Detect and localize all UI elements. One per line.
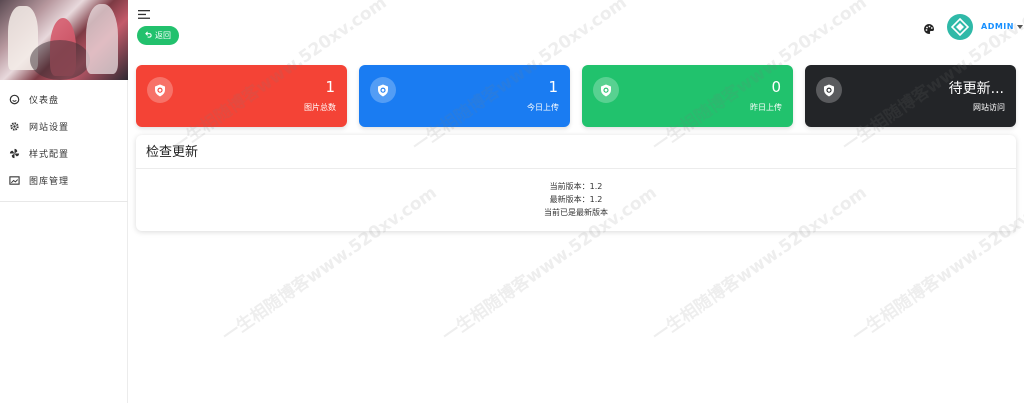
sidebar-item-dashboard[interactable]: 仪表盘: [0, 86, 127, 113]
sidebar-item-style-config[interactable]: 样式配置: [0, 140, 127, 167]
image-icon: [9, 175, 20, 186]
menu-toggle-icon[interactable]: [138, 4, 150, 19]
sidebar-banner-image: [0, 0, 128, 80]
sidebar-item-site-settings[interactable]: 网站设置: [0, 113, 127, 140]
back-button[interactable]: 返回: [137, 26, 179, 45]
caret-down-icon: [1016, 22, 1023, 31]
stat-value: 1: [325, 78, 335, 96]
panel-body: 当前版本：1.2 最新版本：1.2 当前已是最新版本: [136, 180, 1016, 219]
check-update-panel: 检查更新 当前版本：1.2 最新版本：1.2 当前已是最新版本: [136, 135, 1016, 231]
shield-icon: [147, 77, 173, 103]
stat-label: 图片总数: [304, 103, 336, 112]
stat-label: 今日上传: [527, 103, 559, 112]
stat-value: 1: [548, 78, 558, 96]
panel-divider: [136, 168, 1016, 169]
sidebar-item-label: 样式配置: [29, 150, 70, 160]
palette-icon[interactable]: [923, 20, 935, 34]
back-button-label: 返回: [155, 31, 171, 40]
shield-icon: [816, 77, 842, 103]
avatar[interactable]: [947, 14, 973, 40]
user-name: ADMIN: [981, 22, 1014, 31]
stat-value: 0: [771, 78, 781, 96]
stat-label: 昨日上传: [750, 103, 782, 112]
sidebar-item-gallery[interactable]: 图库管理: [0, 167, 127, 194]
gear-icon: [9, 121, 20, 132]
shield-icon: [593, 77, 619, 103]
stat-value: 待更新...: [948, 81, 1004, 97]
stat-card-site-visits: 待更新... 网站访问: [805, 65, 1016, 127]
sidebar: 仪表盘 网站设置 样式配置 图库管理: [0, 0, 128, 403]
pinwheel-icon: [9, 148, 20, 159]
current-version-text: 当前版本：1.2: [549, 182, 603, 191]
dashboard-icon: [9, 94, 20, 105]
stat-card-today-uploads: 1 今日上传: [359, 65, 570, 127]
user-menu[interactable]: ADMIN: [981, 22, 1023, 31]
sidebar-item-label: 仪表盘: [29, 96, 60, 106]
sidebar-item-label: 网站设置: [29, 123, 70, 133]
latest-version-text: 最新版本：1.2: [549, 195, 603, 204]
top-header: 返回 ADMIN: [128, 0, 1024, 56]
update-status-text: 当前已是最新版本: [544, 208, 608, 217]
sidebar-item-label: 图库管理: [29, 177, 70, 187]
stat-card-yesterday-uploads: 0 昨日上传: [582, 65, 793, 127]
panel-title: 检查更新: [146, 145, 199, 160]
shield-icon: [370, 77, 396, 103]
sidebar-divider: [0, 201, 128, 202]
stat-label: 网站访问: [973, 103, 1005, 112]
stat-card-total-images: 1 图片总数: [136, 65, 347, 127]
sidebar-menu: 仪表盘 网站设置 样式配置 图库管理: [0, 86, 127, 194]
back-arrow-icon: [145, 31, 152, 40]
